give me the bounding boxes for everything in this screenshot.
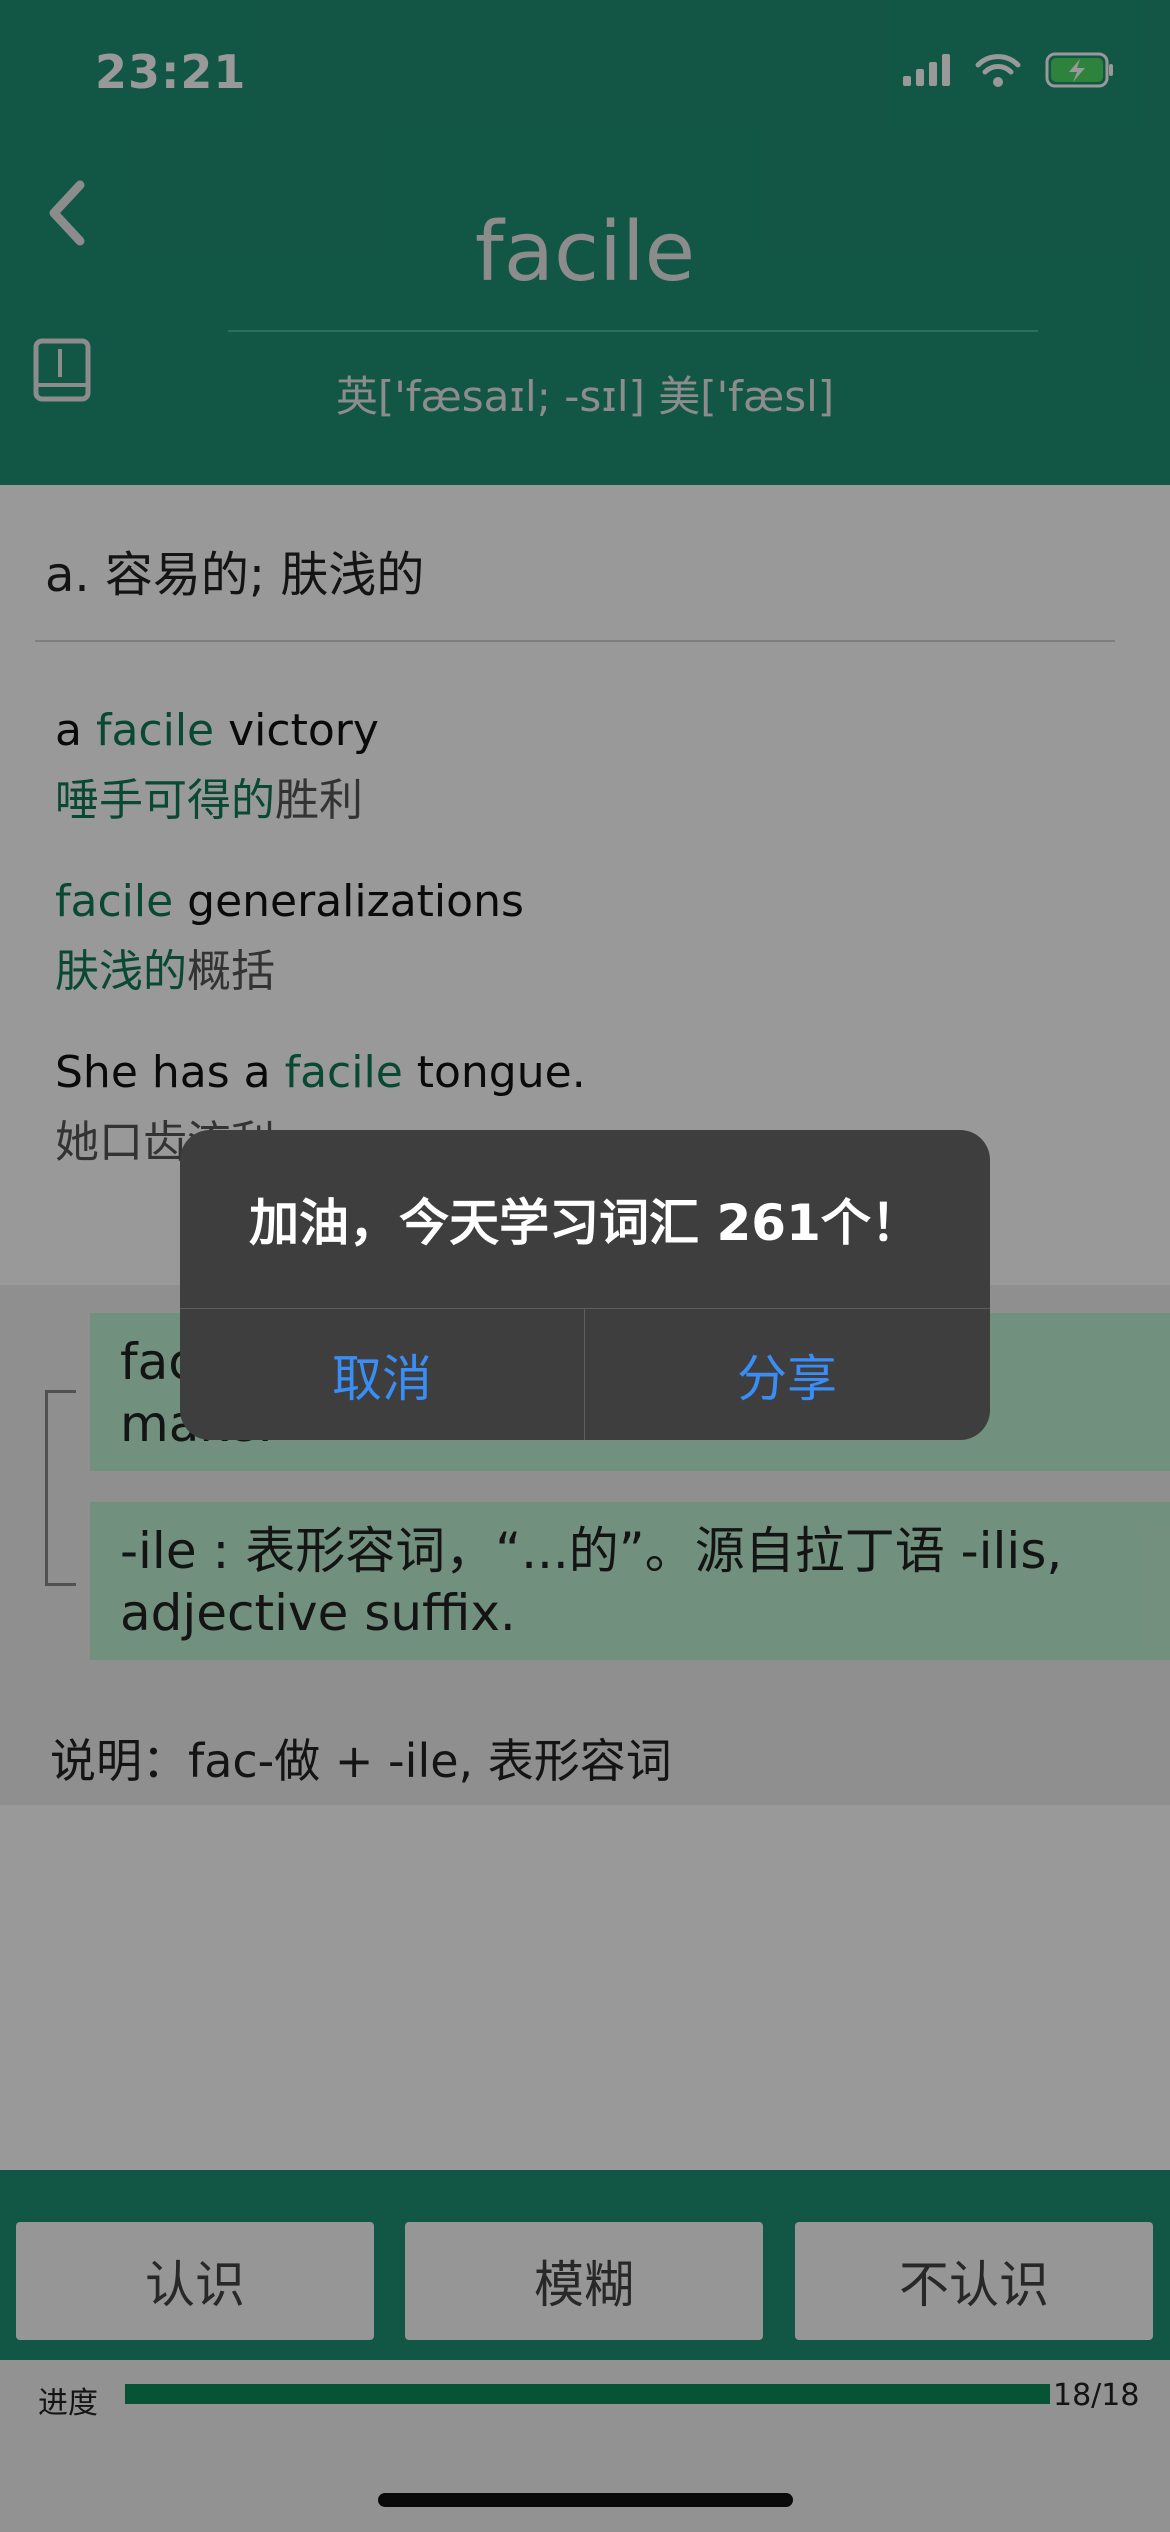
alert-dialog: 加油，今天学习词汇 261个！ 取消 分享 [180, 1130, 990, 1440]
share-button[interactable]: 分享 [585, 1309, 989, 1440]
dialog-message: 加油，今天学习词汇 261个！ [249, 1194, 921, 1252]
cancel-button[interactable]: 取消 [180, 1309, 584, 1440]
